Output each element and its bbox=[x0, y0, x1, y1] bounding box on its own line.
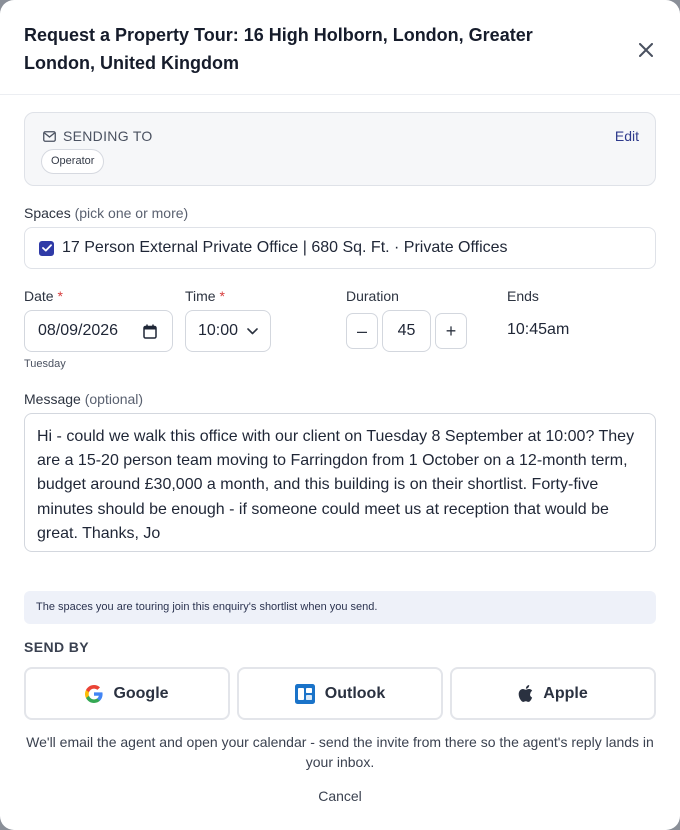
edit-recipients-link[interactable]: Edit bbox=[615, 128, 639, 144]
spaces-hint: (pick one or more) bbox=[74, 205, 189, 221]
date-value: 08/09/2026 bbox=[38, 322, 119, 339]
spaces-label-text: Spaces bbox=[24, 205, 71, 221]
sending-to-label: SENDING TO bbox=[63, 128, 153, 144]
dialog-title: Request a Property Tour: 16 High Holborn… bbox=[24, 25, 533, 73]
space-option[interactable]: 17 Person External Private Office | 680 … bbox=[24, 227, 656, 269]
send-apple-label: Apple bbox=[543, 684, 588, 702]
cancel-button[interactable]: Cancel bbox=[0, 788, 680, 804]
send-outlook-button[interactable]: Outlook bbox=[237, 667, 443, 720]
shortlist-info-banner: The spaces you are touring join this enq… bbox=[24, 591, 656, 624]
duration-value: 45 bbox=[397, 322, 416, 339]
message-label-text: Message bbox=[24, 391, 81, 407]
ends-label: Ends bbox=[507, 288, 539, 304]
date-input[interactable]: 08/09/2026 bbox=[24, 310, 173, 352]
duration-decrement-button[interactable]: – bbox=[346, 313, 378, 349]
sending-to-panel: SENDING TO Edit Operator bbox=[24, 112, 656, 186]
date-label: Date * bbox=[24, 288, 63, 304]
time-select[interactable]: 10:00 bbox=[185, 310, 271, 352]
duration-input[interactable]: 45 bbox=[382, 310, 431, 352]
close-icon bbox=[639, 43, 653, 57]
time-label: Time * bbox=[185, 288, 225, 304]
time-value: 10:00 bbox=[198, 322, 239, 339]
space-option-label: 17 Person External Private Office | 680 … bbox=[62, 239, 508, 256]
date-required-mark: * bbox=[57, 288, 63, 304]
mail-icon bbox=[43, 130, 56, 142]
spaces-label: Spaces (pick one or more) bbox=[24, 205, 188, 221]
send-google-button[interactable]: Google bbox=[24, 667, 230, 720]
recipient-chip: Operator bbox=[41, 149, 105, 174]
outlook-icon bbox=[294, 683, 315, 704]
tour-request-dialog: Request a Property Tour: 16 High Holborn… bbox=[0, 0, 680, 830]
time-required-mark: * bbox=[219, 288, 225, 304]
calendar-icon[interactable] bbox=[143, 324, 157, 339]
close-button[interactable] bbox=[632, 36, 660, 64]
space-checkbox[interactable] bbox=[39, 240, 54, 256]
apple-icon bbox=[518, 685, 533, 702]
checkmark-icon bbox=[41, 244, 52, 252]
chevron-down-icon bbox=[247, 328, 258, 335]
message-textarea[interactable]: Hi - could we walk this office with our … bbox=[24, 413, 656, 552]
duration-label: Duration bbox=[346, 288, 399, 304]
send-google-label: Google bbox=[113, 684, 169, 702]
send-outlook-label: Outlook bbox=[324, 684, 386, 702]
send-apple-button[interactable]: Apple bbox=[450, 667, 656, 720]
ends-value: 10:45am bbox=[507, 321, 570, 338]
time-label-text: Time bbox=[185, 288, 216, 304]
dialog-header: Request a Property Tour: 16 High Holborn… bbox=[0, 0, 680, 95]
message-label: Message (optional) bbox=[24, 391, 143, 407]
weekday-note: Tuesday bbox=[24, 358, 66, 370]
send-by-heading: SEND BY bbox=[24, 639, 90, 655]
duration-increment-button[interactable]: + bbox=[435, 313, 467, 349]
message-hint: (optional) bbox=[84, 391, 144, 407]
sending-to-heading: SENDING TO bbox=[43, 128, 153, 144]
date-label-text: Date bbox=[24, 288, 54, 304]
calendar-footnote: We'll email the agent and open your cale… bbox=[26, 734, 654, 770]
google-icon bbox=[85, 684, 104, 703]
